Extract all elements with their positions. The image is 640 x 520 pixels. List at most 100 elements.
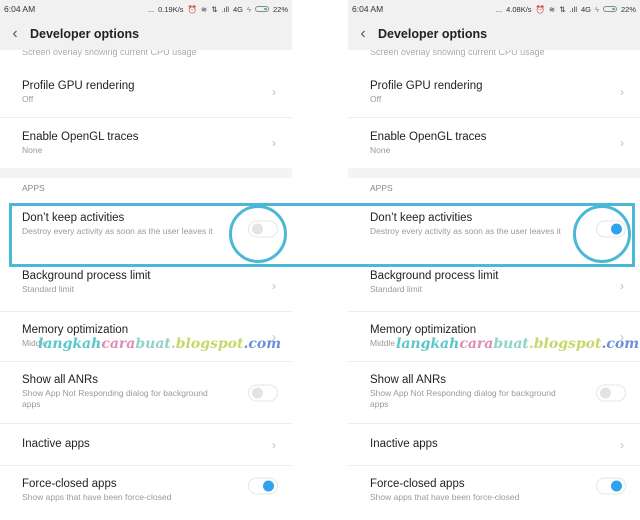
status-bar: 6:04 AM ... 4.08K/s ⏰ ≋ ⇅ .ıll 4G ϟ 22%	[348, 0, 640, 18]
page-title: Developer options	[378, 27, 488, 41]
alarm-icon: ⏰	[535, 4, 545, 14]
setting-title: Don’t keep activities	[22, 212, 125, 224]
section-header-apps: APPS	[22, 183, 45, 193]
setting-show-all-anrs[interactable]: Show all ANRs Show App Not Responding di…	[0, 362, 292, 424]
setting-description: Show apps that have been force-closed	[22, 492, 172, 502]
wifi-icon: ≋	[200, 4, 208, 14]
setting-show-all-anrs[interactable]: Show all ANRs Show App Not Responding di…	[348, 362, 640, 424]
setting-description: Show apps that have been force-closed	[370, 492, 520, 502]
setting-dont-keep-activities[interactable]: Don’t keep activities Destroy every acti…	[348, 198, 640, 260]
toggle-knob	[611, 480, 622, 492]
signal-icon: .ıll	[221, 4, 229, 14]
charging-icon: ϟ	[595, 4, 599, 14]
setting-title: Memory optimization	[22, 324, 129, 336]
setting-description: Show App Not Responding dialog for backg…	[22, 388, 208, 409]
back-arrow-icon[interactable]: ‹	[348, 18, 378, 50]
setting-title: Enable OpenGL traces	[22, 131, 139, 143]
settings-list: Screen overlay showing current CPU usage…	[0, 50, 292, 516]
dont-keep-activities-toggle[interactable]	[596, 220, 626, 238]
chevron-right-icon: ›	[272, 278, 276, 293]
setting-title: Profile GPU rendering	[370, 80, 483, 92]
section-header-apps: APPS	[370, 183, 393, 193]
section-divider	[0, 168, 292, 178]
toggle-knob	[252, 223, 263, 235]
section-divider	[348, 168, 640, 178]
phone-screen-after: 6:04 AM ... 4.08K/s ⏰ ≋ ⇅ .ıll 4G ϟ 22% …	[348, 0, 640, 520]
setting-value: Middle	[370, 338, 396, 348]
status-time: 6:04 AM	[352, 4, 384, 14]
battery-percent: 22%	[620, 4, 636, 14]
setting-title: Background process limit	[22, 270, 151, 282]
setting-title: Profile GPU rendering	[22, 80, 135, 92]
setting-background-process-limit[interactable]: Background process limit Standard limit …	[0, 260, 292, 312]
setting-description: Destroy every activity as soon as the us…	[22, 226, 213, 236]
setting-title: Background process limit	[370, 270, 499, 282]
setting-value: Off	[370, 94, 382, 104]
force-closed-apps-toggle[interactable]	[596, 477, 626, 495]
signal-icon: .ıll	[569, 4, 577, 14]
force-closed-apps-toggle[interactable]	[248, 477, 278, 495]
toggle-knob	[252, 387, 263, 398]
setting-inactive-apps[interactable]: Inactive apps ›	[348, 424, 640, 466]
toggle-knob	[611, 223, 622, 235]
title-bar: ‹ Developer options	[348, 18, 640, 50]
charging-icon: ϟ	[247, 4, 251, 14]
notification-dots: ...	[495, 4, 503, 14]
setting-profile-gpu-rendering[interactable]: Profile GPU rendering Off ›	[0, 66, 292, 118]
battery-icon	[254, 6, 269, 12]
setting-description: Show App Not Responding dialog for backg…	[370, 388, 556, 409]
battery-percent: 22%	[272, 4, 288, 14]
setting-value: Off	[22, 94, 34, 104]
data-transfer-icon: ⇅	[559, 4, 566, 14]
chevron-right-icon: ›	[272, 329, 276, 344]
toggle-knob	[263, 480, 274, 492]
setting-title: Show all ANRs	[370, 374, 447, 386]
setting-title: Enable OpenGL traces	[370, 131, 487, 143]
network-type: 4G	[232, 4, 243, 14]
page-title: Developer options	[30, 27, 140, 41]
setting-title: Memory optimization	[370, 324, 477, 336]
status-time: 6:04 AM	[4, 4, 36, 14]
chevron-right-icon: ›	[620, 84, 624, 99]
setting-memory-optimization[interactable]: Memory optimization Middle ›	[0, 312, 292, 362]
notification-dots: ...	[147, 4, 155, 14]
setting-value: Standard limit	[22, 284, 74, 294]
setting-description: Destroy every activity as soon as the us…	[370, 226, 561, 236]
setting-value: None	[22, 145, 43, 155]
chevron-right-icon: ›	[620, 329, 624, 344]
chevron-right-icon: ›	[272, 136, 276, 150]
dont-keep-activities-toggle[interactable]	[248, 220, 278, 238]
chevron-right-icon: ›	[620, 278, 624, 293]
phone-screen-before: 6:04 AM ... 0.19K/s ⏰ ≋ ⇅ .ıll 4G ϟ 22% …	[0, 0, 292, 520]
setting-profile-gpu-rendering[interactable]: Profile GPU rendering Off ›	[348, 66, 640, 118]
settings-list: Screen overlay showing current CPU usage…	[348, 50, 640, 516]
setting-inactive-apps[interactable]: Inactive apps ›	[0, 424, 292, 466]
setting-force-closed-apps[interactable]: Force-closed apps Show apps that have be…	[0, 466, 292, 516]
toggle-knob	[600, 387, 611, 398]
setting-background-process-limit[interactable]: Background process limit Standard limit …	[348, 260, 640, 312]
setting-value: Middle	[22, 338, 48, 348]
data-transfer-icon: ⇅	[211, 4, 218, 14]
network-speed: 4.08K/s	[506, 4, 532, 14]
chevron-right-icon: ›	[620, 136, 624, 150]
setting-enable-opengl-traces[interactable]: Enable OpenGL traces None ›	[348, 118, 640, 168]
show-all-anrs-toggle[interactable]	[248, 384, 278, 401]
alarm-icon: ⏰	[187, 4, 197, 14]
show-all-anrs-toggle[interactable]	[596, 384, 626, 401]
setting-enable-opengl-traces[interactable]: Enable OpenGL traces None ›	[0, 118, 292, 168]
setting-dont-keep-activities[interactable]: Don’t keep activities Destroy every acti…	[0, 198, 292, 260]
setting-title: Force-closed apps	[370, 478, 465, 490]
setting-title: Show all ANRs	[22, 374, 99, 386]
partial-item-subtitle: Screen overlay showing current CPU usage	[370, 50, 545, 57]
setting-memory-optimization[interactable]: Memory optimization Middle ›	[348, 312, 640, 362]
setting-title: Inactive apps	[22, 438, 90, 450]
setting-value: None	[370, 145, 391, 155]
back-arrow-icon[interactable]: ‹	[0, 18, 30, 50]
network-type: 4G	[580, 4, 591, 14]
setting-value: Standard limit	[370, 284, 422, 294]
chevron-right-icon: ›	[272, 437, 276, 452]
network-speed: 0.19K/s	[158, 4, 184, 14]
setting-title: Force-closed apps	[22, 478, 117, 490]
setting-force-closed-apps[interactable]: Force-closed apps Show apps that have be…	[348, 466, 640, 516]
chevron-right-icon: ›	[620, 437, 624, 452]
